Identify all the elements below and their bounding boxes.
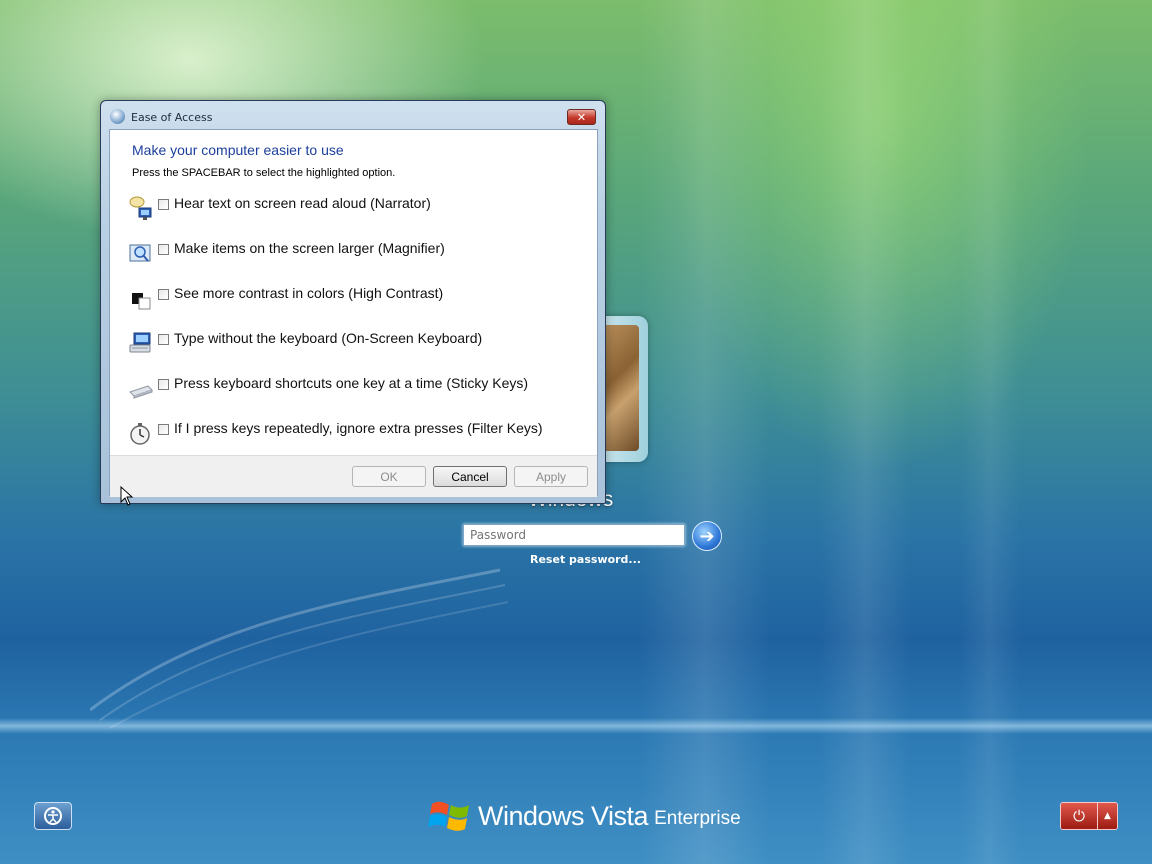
arrow-up-icon: ▲	[1104, 811, 1111, 821]
narrator-icon	[129, 196, 152, 220]
windows-flag-logo	[428, 801, 469, 831]
option-on-screen-keyboard[interactable]: Type without the keyboard (On-Screen Key…	[128, 329, 588, 365]
power-controls: ⏻ ▲	[1060, 802, 1118, 830]
option-narrator[interactable]: Hear text on screen read aloud (Narrator…	[128, 194, 588, 230]
magnifier-icon	[129, 244, 151, 262]
apply-button[interactable]: Apply	[514, 466, 588, 487]
option-label: Make items on the screen larger (Magnifi…	[174, 240, 445, 256]
ease-of-access-icon	[110, 109, 125, 124]
background-swoosh	[90, 568, 509, 729]
option-label: Type without the keyboard (On-Screen Key…	[174, 330, 483, 346]
shutdown-options-button[interactable]: ▲	[1098, 803, 1117, 829]
sticky-keys-icon	[129, 385, 153, 399]
option-label: Press keyboard shortcuts one key at a ti…	[174, 375, 529, 391]
power-icon: ⏻	[1073, 807, 1085, 825]
mouse-cursor-icon	[120, 486, 134, 506]
narrator-checkbox[interactable]	[158, 199, 169, 210]
filter-keys-icon	[130, 423, 150, 445]
on-screen-keyboard-checkbox[interactable]	[158, 334, 169, 345]
background-light-streak	[640, 0, 770, 864]
edition-name: Enterprise	[654, 808, 741, 829]
background-light-streak	[960, 0, 1020, 864]
option-magnifier[interactable]: Make items on the screen larger (Magnifi…	[128, 239, 588, 275]
ease-of-access-icon	[44, 807, 62, 825]
dialog-titlebar[interactable]: Ease of Access ✕	[101, 101, 605, 129]
high-contrast-checkbox[interactable]	[158, 289, 169, 300]
ease-of-access-button[interactable]	[34, 802, 72, 830]
cancel-button[interactable]: Cancel	[433, 466, 507, 487]
product-name: Windows Vista	[478, 800, 649, 831]
close-icon: ✕	[576, 110, 587, 124]
windows-vista-branding: Windows Vista Enterprise	[428, 794, 741, 838]
ok-button[interactable]: OK	[352, 466, 426, 487]
dialog-heading: Make your computer easier to use	[132, 142, 344, 158]
background-light-streak	[820, 0, 910, 864]
close-button[interactable]: ✕	[567, 109, 596, 125]
option-high-contrast[interactable]: See more contrast in colors (High Contra…	[128, 284, 588, 320]
option-label: If I press keys repeatedly, ignore extra…	[174, 420, 543, 436]
password-input[interactable]	[463, 524, 685, 546]
magnifier-checkbox[interactable]	[158, 244, 169, 255]
high-contrast-icon	[132, 293, 151, 310]
dialog-footer: OK Cancel Apply	[110, 455, 597, 497]
ease-of-access-dialog: Ease of Access ✕ Make your computer easi…	[100, 100, 606, 504]
filter-keys-checkbox[interactable]	[158, 424, 169, 435]
shutdown-button[interactable]: ⏻	[1061, 803, 1098, 829]
submit-arrow-button[interactable]: ➔	[692, 521, 722, 551]
dialog-title: Ease of Access	[131, 111, 213, 124]
user-picture	[604, 325, 639, 451]
option-label: Hear text on screen read aloud (Narrator…	[174, 195, 431, 211]
dialog-content: Make your computer easier to use Press t…	[109, 129, 598, 497]
on-screen-keyboard-icon	[129, 332, 151, 353]
reset-password-link[interactable]: Reset password...	[530, 553, 641, 566]
sticky-keys-checkbox[interactable]	[158, 379, 169, 390]
dialog-instructions: Press the SPACEBAR to select the highlig…	[132, 167, 396, 179]
option-label: See more contrast in colors (High Contra…	[174, 285, 444, 301]
option-sticky-keys[interactable]: Press keyboard shortcuts one key at a ti…	[128, 374, 588, 410]
option-filter-keys[interactable]: If I press keys repeatedly, ignore extra…	[128, 419, 588, 455]
arrow-right-icon: ➔	[699, 525, 715, 547]
